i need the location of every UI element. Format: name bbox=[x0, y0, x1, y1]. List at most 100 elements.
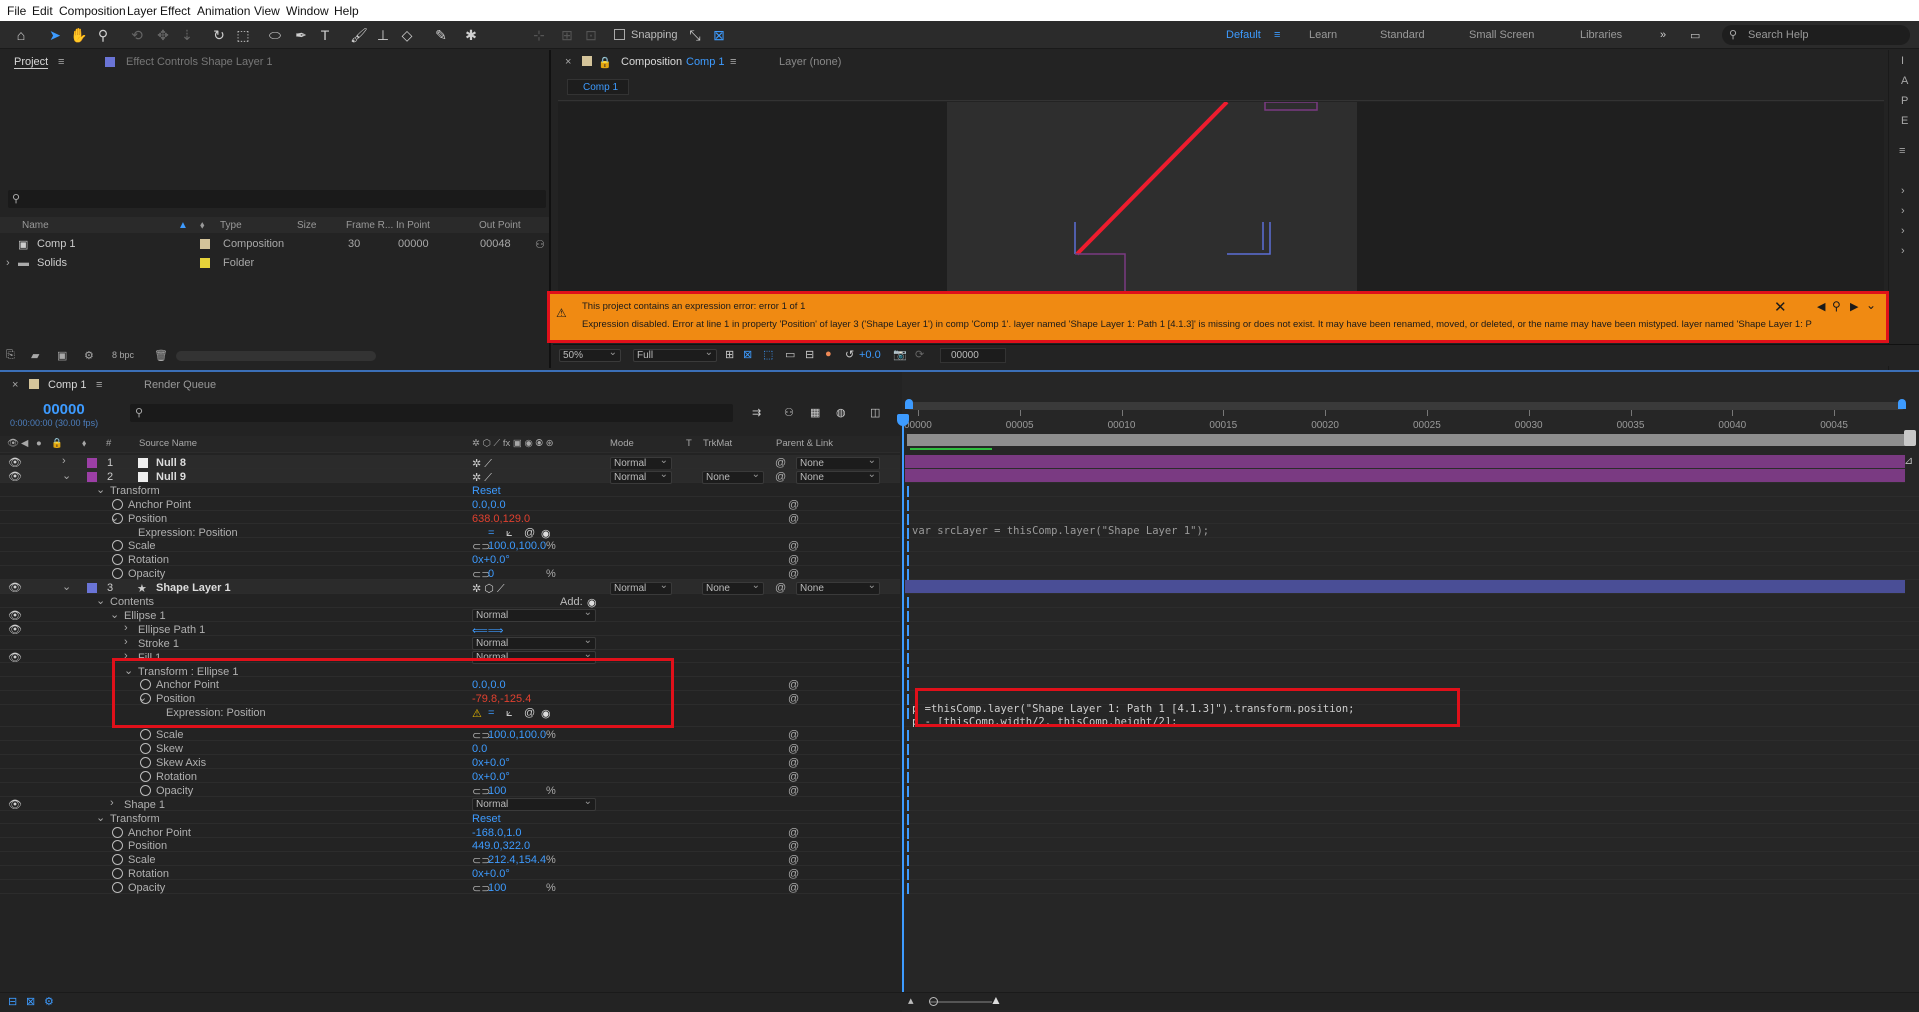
roto-brush-tool-icon[interactable]: ✎ bbox=[432, 26, 450, 44]
property-row[interactable]: ⌄ Contents Add: ◉ bbox=[0, 594, 900, 609]
stopwatch-icon[interactable] bbox=[140, 770, 151, 782]
twirl-arrow-icon[interactable]: ⌄ bbox=[96, 594, 105, 607]
pick-whip-icon[interactable]: @ bbox=[775, 457, 786, 469]
twirl-arrow-icon[interactable]: ⌄ bbox=[96, 811, 105, 824]
stopwatch-icon[interactable] bbox=[112, 868, 123, 880]
stopwatch-icon[interactable] bbox=[140, 743, 151, 755]
pick-whip-icon[interactable]: @ bbox=[788, 499, 799, 511]
viewer-menu-icon[interactable]: ≡ bbox=[730, 56, 736, 68]
property-row[interactable]: Opacity ⊂⊃ 0% @ bbox=[0, 566, 900, 581]
workspace-libraries[interactable]: Libraries bbox=[1580, 29, 1622, 41]
stopwatch-icon[interactable] bbox=[112, 568, 123, 580]
expand-arrow-icon[interactable]: › bbox=[6, 257, 10, 269]
col-size[interactable]: Size bbox=[297, 220, 316, 231]
blend-mode-dropdown[interactable]: Normal bbox=[472, 635, 596, 650]
pick-whip-icon[interactable]: @ bbox=[788, 513, 799, 525]
property-row[interactable]: Anchor Point -168.0,1.0 @ bbox=[0, 825, 900, 839]
fast-previews-icon[interactable]: ⊞ bbox=[725, 348, 734, 361]
audio-icon[interactable]: A bbox=[1901, 75, 1908, 87]
visibility-eye-icon[interactable]: 👁 bbox=[8, 623, 22, 636]
ellipse-tool-icon[interactable]: ⬭ bbox=[266, 26, 284, 44]
visibility-eye-icon[interactable]: 👁 bbox=[8, 581, 22, 594]
property-row[interactable]: Scale ⊂⊃ 100.0,100.0% @ bbox=[0, 727, 900, 742]
stopwatch-icon[interactable] bbox=[112, 540, 123, 552]
pick-whip-icon[interactable]: @ bbox=[788, 882, 799, 894]
info-icon[interactable]: I bbox=[1901, 55, 1904, 67]
snapping-checkbox[interactable] bbox=[614, 29, 625, 40]
property-row[interactable]: Skew Axis 0x+0.0° @ bbox=[0, 755, 900, 769]
property-row[interactable]: Scale ⊂⊃ 212.4,154.4% @ bbox=[0, 852, 900, 867]
reset-exposure-icon[interactable]: ↺ bbox=[845, 348, 854, 361]
hand-tool-icon[interactable]: ✋ bbox=[70, 26, 88, 44]
visibility-eye-icon[interactable]: 👁 bbox=[8, 470, 22, 483]
more-workspaces-icon[interactable]: » bbox=[1660, 29, 1666, 41]
lock-column-icon[interactable]: 🔒 bbox=[51, 438, 63, 449]
workspace-standard[interactable]: Standard bbox=[1380, 29, 1425, 41]
expression-enable-icon[interactable]: = bbox=[488, 527, 494, 539]
resolution-dropdown[interactable]: Full bbox=[633, 347, 717, 362]
layer-label-swatch[interactable] bbox=[87, 583, 97, 594]
visibility-eye-icon[interactable]: 👁 bbox=[8, 798, 22, 811]
label-column-icon[interactable]: ⬧ bbox=[82, 438, 86, 449]
menu-effect[interactable]: Effect bbox=[160, 4, 190, 18]
twirl-arrow-icon[interactable]: › bbox=[110, 797, 114, 809]
work-area-bar[interactable] bbox=[907, 402, 1905, 410]
expand-panel-icon[interactable]: › bbox=[1901, 225, 1905, 237]
snapshot-icon[interactable]: 📷 bbox=[893, 348, 907, 361]
layer-name[interactable]: Null 9 bbox=[156, 471, 186, 483]
pick-whip-icon[interactable]: @ bbox=[788, 757, 799, 769]
property-row[interactable]: › Stroke 1 Normal bbox=[0, 635, 900, 650]
property-value[interactable]: Reset bbox=[472, 485, 501, 497]
home-icon[interactable]: ⌂ bbox=[12, 26, 30, 44]
stopwatch-icon[interactable] bbox=[140, 729, 151, 741]
tab-composition-name[interactable]: Comp 1 bbox=[686, 56, 725, 68]
zoom-dropdown[interactable]: 50% bbox=[559, 347, 621, 362]
mask-visibility-icon[interactable]: ⬚ bbox=[763, 348, 773, 361]
tab-timeline-comp[interactable]: Comp 1 bbox=[48, 379, 87, 391]
property-value[interactable]: 0 bbox=[488, 568, 494, 580]
col-in-point[interactable]: In Point bbox=[396, 220, 430, 231]
puppet-tool-icon[interactable]: ✱ bbox=[462, 26, 480, 44]
visibility-eye-icon[interactable]: 👁 bbox=[8, 609, 22, 622]
toggle-modes-icon[interactable]: ⊠ bbox=[26, 995, 35, 1008]
zoom-out-time-icon[interactable]: ▴ bbox=[908, 994, 914, 1007]
shy-layers-icon[interactable]: ▦ bbox=[810, 406, 820, 419]
property-row[interactable]: 👁 › Shape 1 Normal bbox=[0, 796, 900, 811]
property-row[interactable]: ⌄ Position 638.0,129.0 @ bbox=[0, 511, 900, 525]
rotate-tool-icon[interactable]: ↻ bbox=[210, 26, 228, 44]
sort-arrow-icon[interactable]: ▲ bbox=[178, 220, 188, 231]
work-area-end[interactable] bbox=[1898, 399, 1906, 409]
trash-icon[interactable]: 🗑 bbox=[154, 349, 168, 362]
property-value[interactable]: 0.0,0.0 bbox=[472, 499, 506, 511]
property-row[interactable]: ⌄ Transform Reset bbox=[0, 483, 900, 497]
property-value[interactable]: 0x+0.0° bbox=[472, 771, 510, 783]
time-zoom-slider[interactable] bbox=[930, 1001, 992, 1003]
property-value[interactable]: 100 bbox=[488, 785, 506, 797]
expand-panel-icon[interactable]: › bbox=[1901, 205, 1905, 217]
stopwatch-icon[interactable] bbox=[112, 554, 123, 566]
twirl-arrow-icon[interactable]: › bbox=[62, 455, 66, 467]
menu-edit[interactable]: Edit bbox=[32, 4, 53, 18]
property-value[interactable]: Reset bbox=[472, 813, 501, 825]
col-frame-rate[interactable]: Frame R... bbox=[346, 220, 393, 231]
pick-whip-icon[interactable]: @ bbox=[775, 582, 786, 594]
pick-whip-icon[interactable]: @ bbox=[788, 540, 799, 552]
label-swatch[interactable] bbox=[200, 239, 210, 249]
video-toggle-icon[interactable]: 👁 bbox=[7, 438, 19, 449]
layer-name[interactable]: Shape Layer 1 bbox=[156, 582, 231, 594]
timeline-nav-end[interactable] bbox=[1904, 430, 1916, 446]
layer-label-swatch[interactable] bbox=[87, 471, 97, 482]
menu-help[interactable]: Help bbox=[334, 4, 359, 18]
expand-track-icon[interactable]: ⊿ bbox=[1904, 454, 1918, 468]
property-row[interactable]: Position 449.0,322.0 @ bbox=[0, 838, 900, 852]
new-composition-icon[interactable]: ▣ bbox=[57, 349, 67, 362]
playhead-handle[interactable] bbox=[897, 414, 909, 426]
menu-view[interactable]: View bbox=[254, 4, 280, 18]
property-value[interactable]: 0x+0.0° bbox=[472, 554, 510, 566]
menu-animation[interactable]: Animation bbox=[197, 4, 250, 18]
stopwatch-icon[interactable] bbox=[112, 512, 123, 524]
workspace-layout-icon[interactable]: ▭ bbox=[1690, 29, 1700, 42]
pick-whip-icon[interactable]: @ bbox=[788, 771, 799, 783]
brush-tool-icon[interactable]: 🖌 bbox=[350, 26, 368, 44]
motion-blur-icon[interactable]: ◍ bbox=[836, 406, 846, 419]
